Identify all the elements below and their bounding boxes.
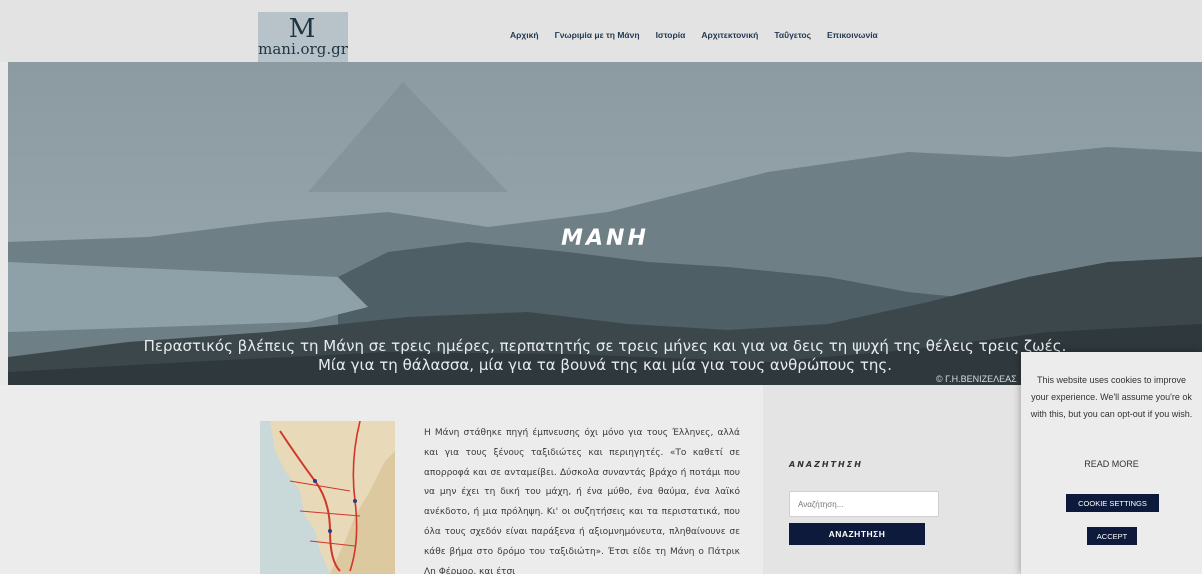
search-widget-title: ΑΝΑΖΗΤΗΣΗ: [789, 460, 863, 469]
main-nav: Αρχική Γνωριμία με τη Μάνη Ιστορία Αρχιτ…: [510, 30, 894, 40]
nav-item-taygetos[interactable]: Ταΰγετος: [774, 30, 811, 40]
site-header: M mani.org.gr Αρχική Γνωριμία με τη Μάνη…: [0, 0, 1202, 62]
cookie-read-more-link[interactable]: READ MORE: [1021, 459, 1202, 469]
site-logo[interactable]: M mani.org.gr: [258, 12, 348, 62]
photo-credit: © Γ.Η.ΒΕΝΙΖΕΛΕΑΣ: [936, 374, 1017, 384]
nav-item-about-mani[interactable]: Γνωριμία με τη Μάνη: [555, 30, 640, 40]
hero-title: ΜΑΝΗ: [561, 226, 649, 251]
cookie-accept-button[interactable]: ACCEPT: [1087, 527, 1137, 545]
nav-item-architecture[interactable]: Αρχιτεκτονική: [701, 30, 758, 40]
nav-item-history[interactable]: Ιστορία: [656, 30, 686, 40]
search-input[interactable]: [789, 491, 939, 517]
nav-item-home[interactable]: Αρχική: [510, 30, 539, 40]
sidebar: [763, 385, 1033, 574]
nav-item-contact[interactable]: Επικοινωνία: [827, 30, 878, 40]
search-button[interactable]: ΑΝΑΖΗΤΗΣΗ: [789, 523, 925, 545]
cookie-message: This website uses cookies to improve you…: [1030, 375, 1193, 419]
hero-banner: ΜΑΝΗ Περαστικός βλέπεις τη Μάνη σε τρεις…: [8, 62, 1202, 385]
cookie-settings-button[interactable]: COOKIE SETTINGS: [1066, 494, 1159, 512]
article-text: Η Μάνη στάθηκε πηγή έμπνευσης όχι μόνο γ…: [424, 428, 740, 574]
mani-map-image[interactable]: [260, 421, 395, 574]
cookie-consent-panel: This website uses cookies to improve you…: [1021, 352, 1202, 574]
map-graphic: [260, 421, 395, 574]
logo-text: mani.org.gr: [258, 40, 348, 58]
